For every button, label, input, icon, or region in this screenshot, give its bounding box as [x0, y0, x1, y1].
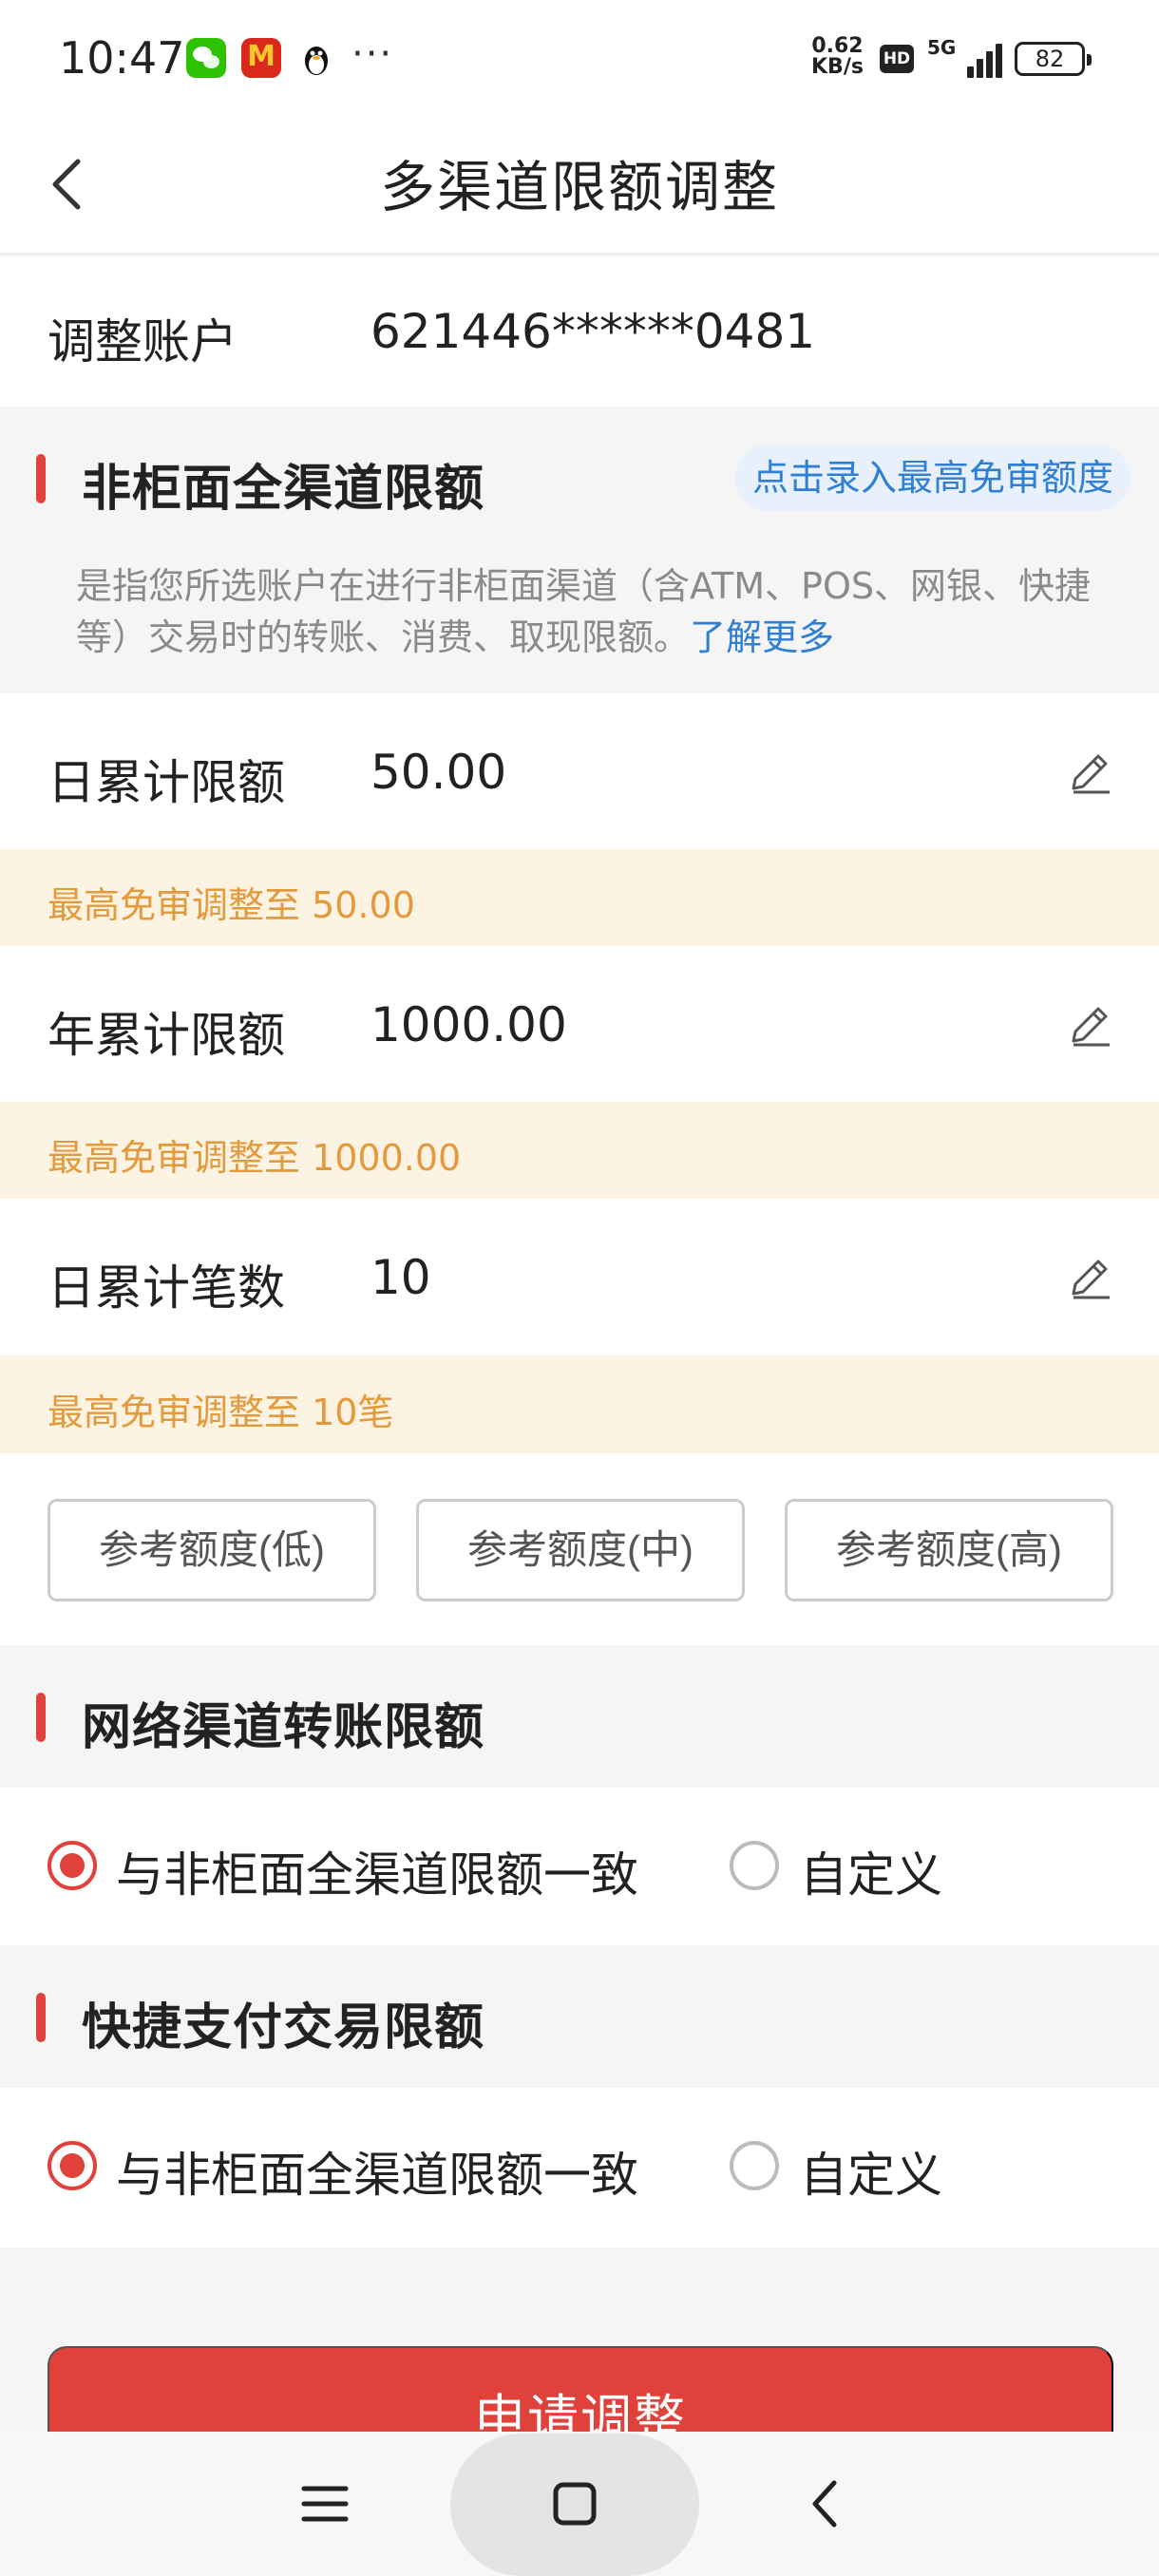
mcdonalds-icon: M — [241, 38, 281, 78]
yearly-limit-value[interactable]: 1000.00 — [370, 997, 567, 1052]
network-transfer-section-header: 网络渠道转账限额 — [0, 1645, 1159, 1788]
yearly-limit-row[interactable]: 年累计限额 1000.00 — [0, 946, 1159, 1102]
network-speed: 0.62 KB/s — [811, 36, 864, 78]
back-icon[interactable] — [788, 2466, 864, 2542]
battery-level: 82 — [1035, 46, 1065, 72]
learn-more-link[interactable]: 了解更多 — [690, 616, 834, 658]
yearly-limit-label: 年累计限额 — [48, 1008, 285, 1063]
daily-limit-value[interactable]: 50.00 — [370, 745, 506, 800]
battery-icon: 82 — [1015, 42, 1092, 76]
hint-text: 最高免审调整至 50.00 — [48, 884, 415, 926]
account-row: 调整账户 621446******0481 — [0, 256, 1159, 407]
radio-label-same[interactable]: 与非柜面全渠道限额一致 — [116, 1837, 638, 1905]
account-label: 调整账户 — [48, 314, 238, 369]
account-number: 621446******0481 — [370, 304, 816, 359]
daily-limit-hint: 最高免审调整至 50.00 — [0, 849, 1159, 946]
daily-count-row[interactable]: 日累计笔数 10 — [0, 1199, 1159, 1354]
page-title: 多渠道限额调整 — [379, 155, 779, 219]
reference-buttons-area: 参考额度(低) 参考额度(中) 参考额度(高) — [0, 1453, 1159, 1645]
daily-limit-label: 日累计限额 — [48, 755, 285, 810]
hd-voice-icon: HD — [880, 45, 914, 73]
status-bar: 10:47 M ··· 0.62 KB/s HD 5G 82 — [0, 0, 1159, 114]
non-counter-section-header: 非柜面全渠道限额 点击录入最高免审额度 是指您所选账户在进行非柜面渠道（含ATM… — [0, 407, 1159, 693]
section-description: 是指您所选账户在进行非柜面渠道（含ATM、POS、网银、快捷等）交易时的转账、消… — [76, 560, 1121, 663]
quick-pay-options: 与非柜面全渠道限额一致 自定义 — [0, 2088, 1159, 2247]
radio-same-as-non-counter[interactable] — [48, 1841, 97, 1890]
signal-strength-icon — [950, 42, 1002, 78]
reference-low-button[interactable]: 参考额度(低) — [48, 1499, 376, 1601]
description-text: 是指您所选账户在进行非柜面渠道（含ATM、POS、网银、快捷等）交易时的转账、消… — [76, 565, 1091, 658]
section-accent-bar — [36, 1693, 46, 1742]
daily-count-hint: 最高免审调整至 10笔 — [0, 1356, 1159, 1453]
section-accent-bar — [36, 1993, 46, 2042]
yearly-limit-hint: 最高免审调整至 1000.00 — [0, 1102, 1159, 1199]
daily-count-value[interactable]: 10 — [370, 1250, 431, 1305]
quick-entry-button[interactable]: 点击录入最高免审额度 — [734, 445, 1130, 511]
network-speed-unit: KB/s — [811, 55, 864, 79]
network-speed-value: 0.62 — [811, 34, 864, 58]
quick-pay-section-header: 快捷支付交易限额 — [0, 1945, 1159, 2088]
section-title: 快捷支付交易限额 — [82, 1999, 485, 2056]
qq-penguin-icon — [305, 47, 328, 75]
network-transfer-options: 与非柜面全渠道限额一致 自定义 — [0, 1788, 1159, 1947]
wechat-icon — [186, 38, 226, 78]
section-accent-bar — [36, 454, 46, 503]
hint-text: 最高免审调整至 1000.00 — [48, 1137, 462, 1179]
edit-pencil-icon[interactable] — [1064, 745, 1117, 798]
radio-custom[interactable] — [730, 2141, 779, 2190]
more-notifications-icon: ··· — [352, 32, 394, 76]
hint-text: 最高免审调整至 10笔 — [48, 1392, 394, 1433]
radio-same-as-non-counter[interactable] — [48, 2141, 97, 2190]
reference-high-button[interactable]: 参考额度(高) — [785, 1499, 1113, 1601]
radio-label-custom[interactable]: 自定义 — [800, 2137, 942, 2206]
radio-label-same[interactable]: 与非柜面全渠道限额一致 — [116, 2137, 638, 2206]
edit-pencil-icon[interactable] — [1064, 997, 1117, 1051]
section-title: 网络渠道转账限额 — [82, 1699, 485, 1756]
daily-limit-row[interactable]: 日累计限额 50.00 — [0, 693, 1159, 849]
status-time: 10:47 — [59, 32, 185, 84]
daily-count-label: 日累计笔数 — [48, 1260, 285, 1316]
home-square-icon[interactable] — [537, 2466, 613, 2542]
system-navigation-bar — [0, 2432, 1159, 2576]
menu-icon[interactable] — [287, 2466, 363, 2542]
page-header: 多渠道限额调整 — [0, 114, 1159, 255]
radio-label-custom[interactable]: 自定义 — [800, 1837, 942, 1905]
reference-mid-button[interactable]: 参考额度(中) — [416, 1499, 745, 1601]
radio-custom[interactable] — [730, 1841, 779, 1890]
edit-pencil-icon[interactable] — [1064, 1250, 1117, 1303]
section-title: 非柜面全渠道限额 — [82, 461, 485, 518]
